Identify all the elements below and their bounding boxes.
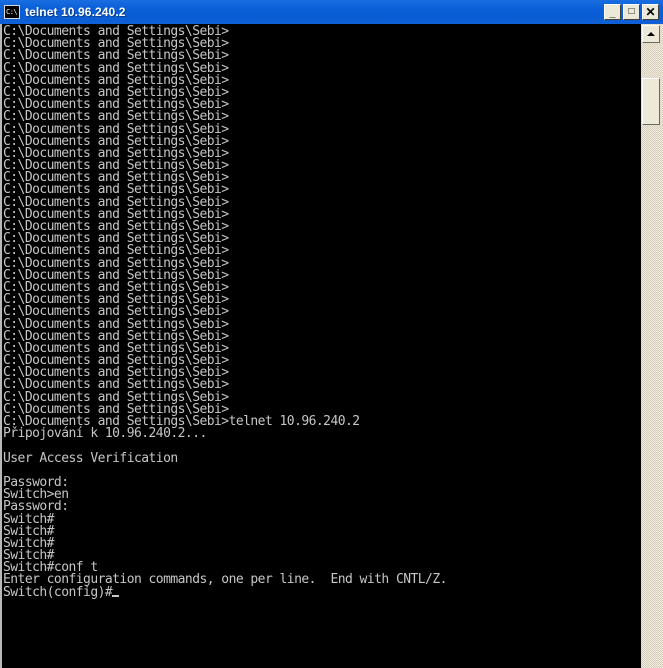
scrollbar-track-upper[interactable] [642, 43, 660, 78]
maximize-button[interactable]: □ [623, 4, 640, 20]
window-title: telnet 10.96.240.2 [25, 5, 126, 19]
console-line: Switch# [3, 511, 54, 527]
vertical-scrollbar[interactable] [641, 24, 663, 668]
chevron-up-icon [647, 32, 655, 36]
close-button[interactable]: ✕ [642, 4, 659, 20]
close-icon: ✕ [645, 5, 656, 19]
console-line: Switch# [3, 548, 54, 564]
window-controls: _ □ ✕ [602, 4, 659, 20]
maximize-icon: □ [628, 6, 635, 17]
console-line: User Access Verification [3, 450, 178, 466]
scrollbar-track-lower[interactable] [642, 125, 660, 668]
console-line: Switch# [3, 535, 54, 551]
console-icon-glyph: C:\ [6, 8, 18, 16]
window-titlebar[interactable]: C:\ telnet 10.96.240.2 _ □ ✕ [0, 0, 663, 24]
scrollbar-thumb[interactable] [642, 78, 660, 125]
console-line: Switch(config)# [3, 586, 641, 599]
console-line: Password: [3, 499, 69, 515]
minimize-icon: _ [609, 7, 616, 19]
terminal-output-area[interactable]: C:\Documents and Settings\Sebi> C:\Docume… [0, 24, 641, 668]
console-icon: C:\ [4, 5, 20, 19]
console-line: Switch>en [3, 487, 69, 503]
console-line: Switch# [3, 523, 54, 539]
telnet-window: C:\ telnet 10.96.240.2 _ □ ✕ C:\Document… [0, 0, 663, 668]
console-lines: C:\Documents and Settings\Sebi> C:\Docume… [3, 25, 641, 599]
console-line: Password: [3, 474, 69, 490]
scroll-up-button[interactable] [642, 25, 660, 43]
text-cursor [112, 594, 120, 597]
console-line: Připojování k 10.96.240.2... [3, 426, 207, 442]
minimize-button[interactable]: _ [604, 4, 621, 20]
